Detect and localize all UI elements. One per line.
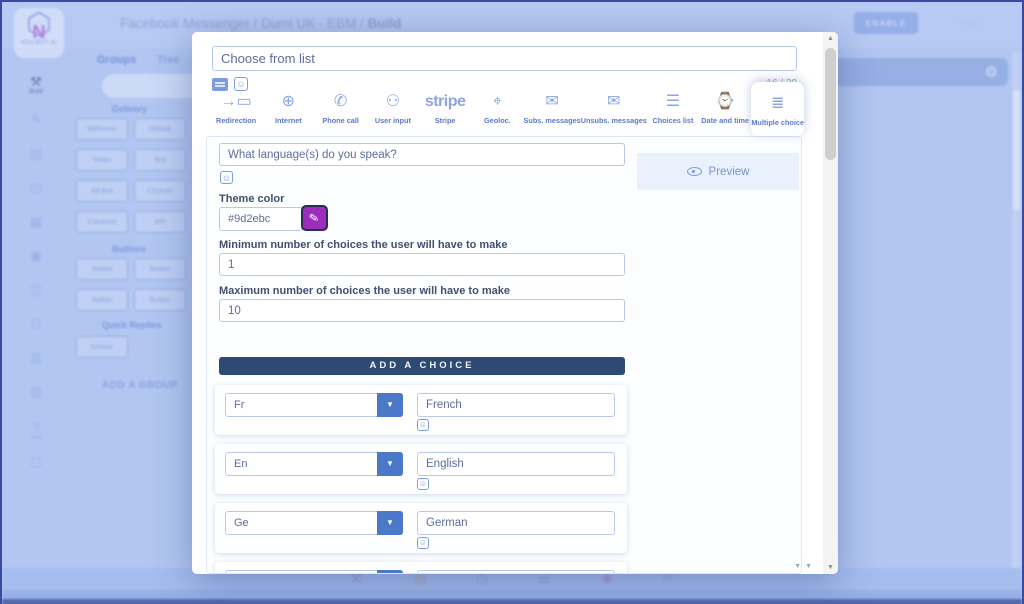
tab-date-and-time[interactable]: ⌚ Date and time — [699, 90, 751, 136]
choice-text-input[interactable] — [417, 393, 615, 417]
clock-calendar-icon: ⌚ — [699, 90, 751, 114]
emoji-icon[interactable]: ☺ — [417, 537, 429, 549]
tab-stripe[interactable]: stripe Stripe — [419, 90, 471, 136]
chevron-down-icon[interactable]: ▼ — [377, 452, 403, 476]
phone-icon: ✆ — [315, 90, 367, 114]
eye-icon — [687, 167, 702, 176]
hscroll-arrows[interactable]: ▼▼ — [794, 563, 816, 570]
location-pin-icon: ⌖ — [471, 90, 523, 114]
tab-phone-call[interactable]: ✆ Phone call — [315, 90, 367, 136]
emoji-icon[interactable]: ☺ — [417, 419, 429, 431]
add-a-choice-button[interactable]: ADD A CHOICE — [219, 357, 625, 375]
eyedropper-icon: ✎ — [308, 206, 322, 229]
scroll-down-icon[interactable]: ▼ — [823, 564, 838, 571]
message-type-tabs: →▭ Redirection ⊕ Internet ✆ Phone call ⚇… — [210, 90, 804, 136]
min-choices-input[interactable] — [219, 253, 625, 276]
max-choices-input[interactable] — [219, 299, 625, 322]
color-picker-button[interactable]: ✎ — [301, 205, 328, 231]
tab-subs-messages[interactable]: ✉ Subs. messages — [524, 90, 581, 136]
choice-row: Ge ▼ ☺ — [215, 503, 627, 553]
tab-unsubs-messages[interactable]: ✉ Unsubs. messages — [581, 90, 647, 136]
tab-choices-list[interactable]: ☰ Choices list — [647, 90, 699, 136]
choice-code-select[interactable]: Sp ▼ — [225, 570, 403, 574]
preview-button[interactable]: Preview — [637, 153, 799, 190]
chevron-down-icon[interactable]: ▼ — [377, 511, 403, 535]
emoji-icon[interactable]: ☺ — [234, 77, 248, 91]
scroll-up-icon[interactable]: ▲ — [823, 35, 838, 42]
list-icon: ☰ — [647, 90, 699, 114]
modal-scrollbar-thumb[interactable] — [825, 48, 836, 160]
choice-row: Sp ▼ ☺ — [215, 562, 627, 574]
choice-text-input[interactable] — [417, 511, 615, 535]
tab-multiple-choice[interactable]: ≣ Multiple choice — [751, 82, 804, 136]
user-icon: ⚇ — [367, 90, 419, 114]
emoji-icon[interactable]: ☺ — [220, 171, 233, 184]
choice-code-select[interactable]: Ge ▼ — [225, 511, 403, 535]
chevron-down-icon[interactable]: ▼ — [377, 393, 403, 417]
choice-text-input[interactable] — [417, 452, 615, 476]
question-input[interactable] — [219, 143, 625, 166]
chevron-down-icon[interactable]: ▼ — [377, 570, 403, 574]
choice-code-select[interactable]: Fr ▼ — [225, 393, 403, 417]
message-title-input[interactable] — [212, 46, 797, 71]
multiple-choice-panel: ☺ Preview Theme color ✎ Minimum number o… — [206, 136, 802, 574]
choice-row: Fr ▼ ☺ — [215, 385, 627, 435]
subscribe-icon: ✉ — [524, 90, 581, 114]
min-choices-label: Minimum number of choices the user will … — [219, 239, 508, 251]
max-choices-label: Maximum number of choices the user will … — [219, 285, 510, 297]
message-editor-modal: ☺ 16 / 20 →▭ Redirection ⊕ Internet ✆ Ph… — [192, 32, 838, 574]
tab-user-input[interactable]: ⚇ User input — [367, 90, 419, 136]
tab-redirection[interactable]: →▭ Redirection — [210, 90, 262, 136]
choice-text-input[interactable] — [417, 570, 615, 574]
tab-internet[interactable]: ⊕ Internet — [262, 90, 314, 136]
choice-row: En ▼ ☺ — [215, 444, 627, 494]
theme-color-input[interactable] — [219, 207, 303, 231]
app-window: ⬡ N NOCIBOT AI Facebook Messenger / Dumi… — [0, 0, 1024, 604]
theme-color-label: Theme color — [219, 193, 284, 205]
globe-icon: ⊕ — [262, 90, 314, 114]
modal-scrollbar[interactable]: ▲ ▼ — [823, 32, 838, 574]
stripe-logo: stripe — [419, 90, 471, 114]
emoji-icon[interactable]: ☺ — [417, 478, 429, 490]
redirection-icon: →▭ — [210, 90, 262, 114]
tab-geoloc[interactable]: ⌖ Geoloc. — [471, 90, 523, 136]
checklist-icon: ≣ — [751, 92, 804, 116]
unsubscribe-icon: ✉ — [581, 90, 647, 114]
choice-code-select[interactable]: En ▼ — [225, 452, 403, 476]
